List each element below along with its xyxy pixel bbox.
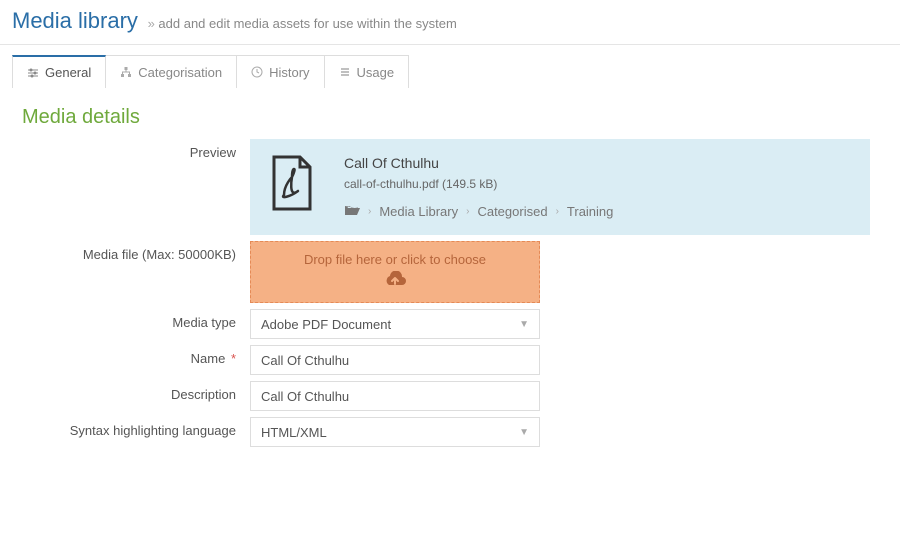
breadcrumb: › Media Library › Categorised › Training (344, 203, 613, 219)
preview-title: Call Of Cthulhu (344, 155, 613, 171)
crumb-item[interactable]: Categorised (477, 204, 547, 219)
label-description: Description (0, 381, 250, 402)
syntax-select[interactable]: HTML/XML ▼ (250, 417, 540, 447)
page-title: Media library (12, 8, 138, 33)
tab-label: General (45, 65, 91, 80)
page-header: Media library add and edit media assets … (0, 0, 900, 45)
select-value: Adobe PDF Document (261, 317, 391, 332)
label-syntax: Syntax highlighting language (0, 417, 250, 438)
cloud-upload-icon (383, 271, 407, 292)
label-media-file: Media file (Max: 50000KB) (0, 241, 250, 262)
description-input-wrapper (250, 381, 540, 411)
sliders-icon (27, 67, 39, 79)
tab-label: Usage (357, 65, 395, 80)
crumb-item[interactable]: Training (567, 204, 613, 219)
name-input[interactable] (261, 346, 529, 374)
page-subtitle: add and edit media assets for use within… (148, 16, 457, 31)
dropzone-label: Drop file here or click to choose (304, 252, 486, 267)
crumb-item[interactable]: Media Library (379, 204, 458, 219)
clock-icon (251, 66, 263, 78)
label-preview: Preview (0, 139, 250, 160)
caret-down-icon: ▼ (519, 319, 529, 330)
caret-down-icon: ▼ (519, 427, 529, 438)
chevron-right-icon: › (368, 206, 371, 217)
media-type-select[interactable]: Adobe PDF Document ▼ (250, 309, 540, 339)
tab-general[interactable]: General (12, 55, 106, 88)
label-media-type: Media type (0, 309, 250, 330)
tab-categorisation[interactable]: Categorisation (105, 55, 237, 88)
required-marker: * (227, 351, 236, 366)
preview-filename: call-of-cthulhu.pdf (149.5 kB) (344, 177, 613, 191)
tab-usage[interactable]: Usage (324, 55, 410, 88)
tab-label: Categorisation (138, 65, 222, 80)
tab-history[interactable]: History (236, 55, 324, 88)
preview-box: Call Of Cthulhu call-of-cthulhu.pdf (149… (250, 139, 870, 235)
description-input[interactable] (261, 382, 529, 410)
chevron-right-icon: › (556, 206, 559, 217)
label-name: Name * (0, 345, 250, 366)
tabs: General Categorisation History Usage (12, 55, 888, 88)
pdf-file-icon (270, 155, 314, 214)
sitemap-icon (120, 66, 132, 78)
file-dropzone[interactable]: Drop file here or click to choose (250, 241, 540, 303)
name-input-wrapper (250, 345, 540, 375)
folder-open-icon (344, 203, 360, 219)
select-value: HTML/XML (261, 425, 327, 440)
tab-label: History (269, 65, 309, 80)
chevron-right-icon: › (466, 206, 469, 217)
list-icon (339, 66, 351, 78)
section-title: Media details (22, 106, 888, 129)
